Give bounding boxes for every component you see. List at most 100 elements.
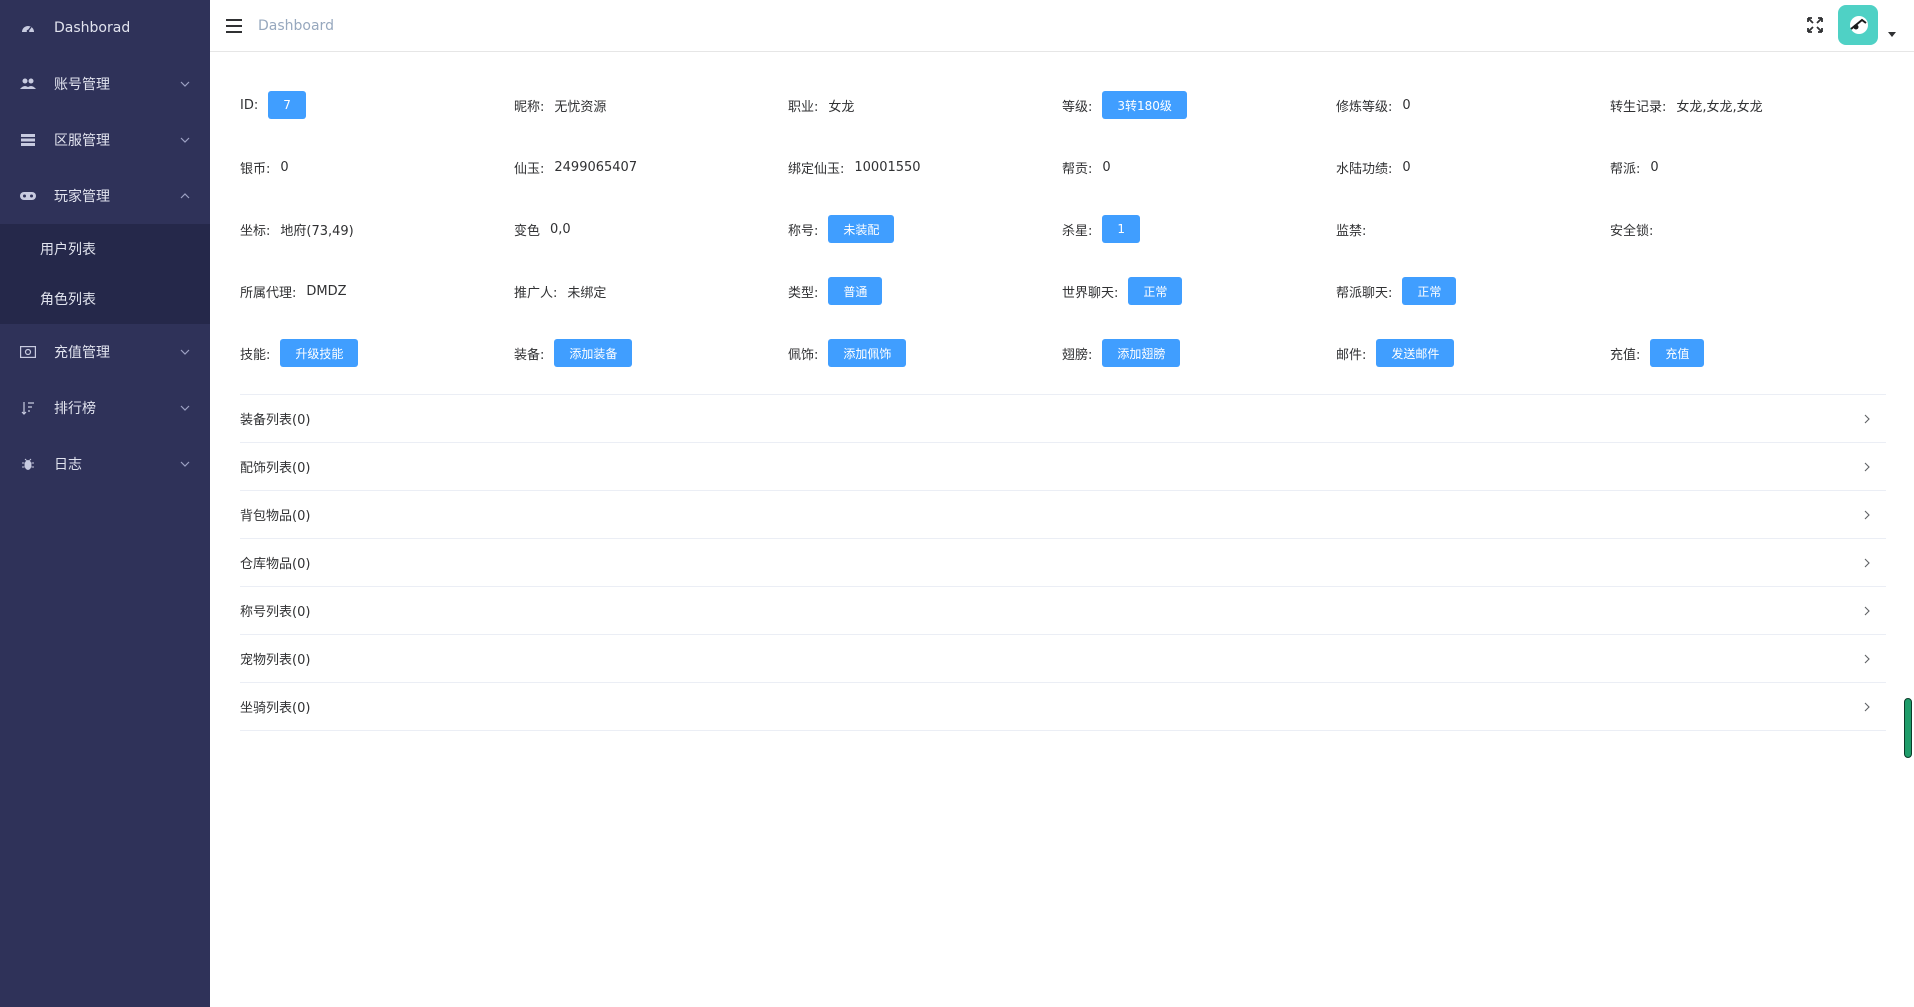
upgrade-skill-button[interactable]: 升级技能: [280, 339, 359, 367]
server-icon: [20, 132, 36, 148]
sidebar-item-account[interactable]: 账号管理: [0, 56, 210, 112]
agent-value: DMDZ: [306, 283, 347, 299]
collapse-item-titles[interactable]: 称号列表(0): [240, 587, 1886, 635]
jade-label: 仙玉:: [514, 161, 545, 177]
silver-value: 0: [280, 159, 289, 175]
level-label: 等级:: [1062, 99, 1093, 115]
sidebar-item-recharge[interactable]: 充值管理: [0, 324, 210, 380]
world-chat-label: 世界聊天:: [1062, 285, 1119, 301]
sidebar-item-user-list[interactable]: 用户列表: [0, 224, 210, 274]
skill-label: 技能:: [240, 347, 271, 363]
collapse-title: 配饰列表(0): [240, 461, 311, 476]
chevron-right-icon: [1864, 414, 1870, 423]
sidebar-item-role-list[interactable]: 角色列表: [0, 274, 210, 324]
collapse-item-accessory[interactable]: 配饰列表(0): [240, 443, 1886, 491]
rebirth-label: 转生记录:: [1610, 99, 1667, 115]
level-tag: 3转180级: [1102, 91, 1187, 119]
hamburger-icon[interactable]: [226, 18, 242, 33]
info-skill: 技能: 升级技能: [240, 322, 514, 384]
guild-value: 0: [1650, 159, 1659, 175]
collapse-item-warehouse[interactable]: 仓库物品(0): [240, 539, 1886, 587]
coord-value: 地府(73,49): [280, 223, 354, 239]
silver-label: 银币:: [240, 161, 271, 177]
info-ban: 监禁:: [1336, 198, 1610, 260]
color-value: 0,0: [550, 221, 571, 237]
accessory-label: 佩饰:: [788, 347, 819, 363]
info-agent: 所属代理: DMDZ: [240, 260, 514, 322]
info-job: 职业: 女龙: [788, 74, 1062, 136]
breadcrumb[interactable]: Dashboard: [258, 18, 334, 34]
money-icon: [20, 344, 36, 360]
bound-jade-label: 绑定仙玉:: [788, 161, 845, 177]
info-kill: 杀星: 1: [1062, 198, 1336, 260]
collapse-title: 仓库物品(0): [240, 557, 311, 572]
collapse-title: 称号列表(0): [240, 605, 311, 620]
info-level: 等级: 3转180级: [1062, 74, 1336, 136]
land-water-value: 0: [1402, 159, 1411, 175]
info-referrer: 推广人: 未绑定: [514, 260, 788, 322]
type-tag[interactable]: 普通: [828, 277, 883, 305]
fullscreen-icon[interactable]: [1806, 16, 1824, 34]
collapse-item-mounts[interactable]: 坐骑列表(0): [240, 683, 1886, 731]
sidebar: Dashborad 账号管理 区服管理 玩家管理 用户列表 角色列表 充值管理: [0, 0, 210, 1007]
gamepad-icon: [20, 188, 36, 204]
users-icon: [20, 76, 36, 92]
player-submenu: 用户列表 角色列表: [0, 224, 210, 324]
collapse-list: 装备列表(0) 配饰列表(0) 背包物品(0) 仓库物品(0) 称号列表(0) …: [240, 394, 1886, 731]
title-tag[interactable]: 未装配: [828, 215, 895, 243]
info-wing: 翅膀: 添加翅膀: [1062, 322, 1336, 384]
send-mail-button[interactable]: 发送邮件: [1376, 339, 1455, 367]
player-detail: ID: 7 昵称: 无忧资源 职业: 女龙 等级: 3转180级 修炼等级: 0…: [240, 52, 1886, 731]
add-accessory-button[interactable]: 添加佩饰: [828, 339, 907, 367]
sidebar-item-log[interactable]: 日志: [0, 436, 210, 492]
recharge-button[interactable]: 充值: [1650, 339, 1705, 367]
referrer-label: 推广人:: [514, 285, 558, 301]
sidebar-item-ranking[interactable]: 排行榜: [0, 380, 210, 436]
ban-label: 监禁:: [1336, 223, 1367, 239]
bug-icon: [20, 456, 36, 472]
kill-tag[interactable]: 1: [1102, 215, 1141, 243]
jade-value: 2499065407: [554, 159, 638, 175]
info-cultivation: 修炼等级: 0: [1336, 74, 1610, 136]
world-chat-tag[interactable]: 正常: [1128, 277, 1183, 305]
id-tag: 7: [268, 91, 306, 119]
info-recharge: 充值: 充值: [1610, 322, 1884, 384]
sidebar-item-server[interactable]: 区服管理: [0, 112, 210, 168]
info-contribution: 帮贡: 0: [1062, 136, 1336, 198]
chevron-right-icon: [1864, 462, 1870, 471]
wing-label: 翅膀:: [1062, 347, 1093, 363]
sidebar-item-dashboard[interactable]: Dashborad: [0, 0, 210, 56]
caret-down-icon[interactable]: [1888, 32, 1896, 37]
info-land-water: 水陆功绩: 0: [1336, 136, 1610, 198]
top-navbar: Dashboard: [210, 0, 1914, 52]
mail-label: 邮件:: [1336, 347, 1367, 363]
chevron-right-icon: [1864, 654, 1870, 663]
kill-label: 杀星:: [1062, 223, 1093, 239]
sidebar-item-label: 玩家管理: [54, 189, 110, 205]
info-title: 称号: 未装配: [788, 198, 1062, 260]
collapse-item-backpack[interactable]: 背包物品(0): [240, 491, 1886, 539]
avatar[interactable]: [1838, 5, 1878, 45]
info-guild-chat: 帮派聊天: 正常: [1336, 260, 1610, 322]
add-equip-button[interactable]: 添加装备: [554, 339, 633, 367]
info-bound-jade: 绑定仙玉: 10001550: [788, 136, 1062, 198]
chevron-down-icon: [180, 349, 190, 355]
collapse-item-pets[interactable]: 宠物列表(0): [240, 635, 1886, 683]
collapse-title: 坐骑列表(0): [240, 701, 311, 716]
coord-label: 坐标:: [240, 223, 271, 239]
type-label: 类型:: [788, 285, 819, 301]
cultivation-value: 0: [1402, 97, 1411, 113]
info-type: 类型: 普通: [788, 260, 1062, 322]
info-nickname: 昵称: 无忧资源: [514, 74, 788, 136]
chevron-down-icon: [180, 461, 190, 467]
chevron-down-icon: [180, 405, 190, 411]
sidebar-item-label: Dashborad: [54, 20, 131, 36]
color-label: 变色: [514, 223, 541, 239]
sidebar-item-player[interactable]: 玩家管理: [0, 168, 210, 224]
info-equip: 装备: 添加装备: [514, 322, 788, 384]
guild-chat-tag[interactable]: 正常: [1402, 277, 1457, 305]
scrollbar-thumb[interactable]: [1904, 698, 1912, 758]
add-wing-button[interactable]: 添加翅膀: [1102, 339, 1181, 367]
info-jade: 仙玉: 2499065407: [514, 136, 788, 198]
collapse-item-equipment[interactable]: 装备列表(0): [240, 395, 1886, 443]
